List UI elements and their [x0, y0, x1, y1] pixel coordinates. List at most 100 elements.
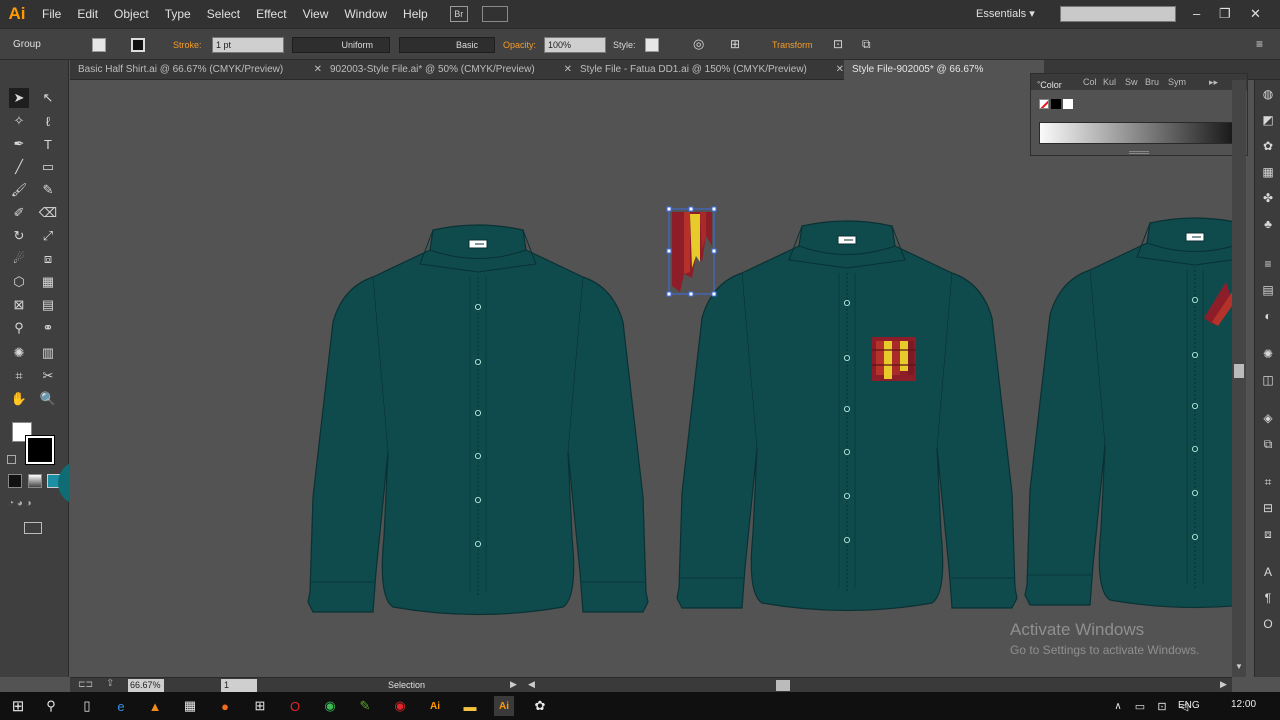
workspace-switcher[interactable]: Essentials ▾ — [976, 0, 1035, 28]
white-swatch[interactable] — [1063, 99, 1073, 109]
tab-style-file-902005[interactable]: Style File-902005* @ 66.67% (CMYK/Previe… — [844, 60, 1044, 95]
notepad-icon[interactable]: ✎ — [355, 696, 375, 716]
magic-wand-tool-icon[interactable]: ✧ — [9, 111, 29, 131]
warp-tool-icon[interactable]: ☄ — [9, 249, 29, 269]
tab-basic-half-shirt[interactable]: Basic Half Shirt.ai @ 66.67% (CMYK/Previ… — [70, 60, 322, 80]
language-indicator[interactable]: ENG — [1178, 700, 1200, 711]
screen-mode-icon[interactable] — [24, 522, 42, 534]
menu-help[interactable]: Help — [395, 0, 436, 28]
stroke-weight-field[interactable]: 1 pt — [212, 37, 284, 53]
tab-color-guide[interactable]: Col — [1083, 77, 1097, 87]
stroke-icon[interactable]: ≡ — [1260, 256, 1276, 272]
color-guide-icon[interactable]: ◩ — [1260, 112, 1276, 128]
fill-swatch[interactable] — [92, 38, 106, 52]
chrome-icon[interactable]: ◉ — [320, 696, 340, 716]
status-arrow-icon[interactable]: ▶ — [510, 679, 517, 690]
current-tool-status[interactable]: Selection — [388, 680, 425, 690]
gradient-mode-icon[interactable] — [28, 474, 42, 488]
minimize-icon[interactable]: – — [1193, 0, 1200, 28]
column-graph-tool-icon[interactable]: ▥ — [38, 343, 58, 363]
illustrator-active-icon[interactable]: Ai — [494, 696, 514, 716]
hand-tool-icon[interactable]: ✋ — [9, 389, 29, 409]
close-tab-icon[interactable]: ✕ — [314, 60, 322, 80]
pen-tool-icon[interactable]: ✒ — [9, 134, 29, 154]
menu-select[interactable]: Select — [199, 0, 248, 28]
character-icon[interactable]: A — [1260, 564, 1276, 580]
eraser-tool-icon[interactable]: ⌫ — [38, 203, 58, 223]
vlc-icon[interactable]: ▲ — [145, 696, 165, 716]
color-panel-icon[interactable]: ◍ — [1260, 86, 1276, 102]
gradient-tool-icon[interactable]: ▤ — [38, 295, 58, 315]
transform-icon[interactable]: ⌗ — [1260, 474, 1276, 490]
type-tool-icon[interactable]: T — [38, 134, 58, 154]
align-icon[interactable]: ⊞ — [730, 37, 740, 51]
layers-icon[interactable]: ◈ — [1260, 410, 1276, 426]
close-icon[interactable]: ✕ — [1250, 0, 1261, 28]
variable-width-profile[interactable]: Uniform — [292, 37, 390, 53]
menu-window[interactable]: Window — [336, 0, 395, 28]
tab-902003-style-file[interactable]: 902003-Style File.ai* @ 50% (CMYK/Previe… — [322, 60, 572, 80]
restore-icon[interactable]: ❐ — [1219, 0, 1231, 28]
arrange-documents-button[interactable] — [481, 6, 508, 22]
stroke-color-box[interactable] — [26, 436, 54, 464]
artboard-number-field[interactable]: 1 — [221, 679, 257, 692]
free-transform-tool-icon[interactable]: ⧈ — [38, 249, 58, 269]
opera-icon[interactable]: O — [285, 696, 305, 716]
opacity-label[interactable]: Opacity: — [503, 40, 536, 50]
artboard-nav-icon[interactable]: ⊏⊐ — [78, 679, 93, 690]
scroll-down-icon[interactable]: ▼ — [1235, 662, 1243, 671]
opentype-icon[interactable]: O — [1260, 616, 1276, 632]
scale-tool-icon[interactable]: ⤢ — [38, 226, 58, 246]
rectangle-tool-icon[interactable]: ▭ — [38, 157, 58, 177]
tab-symbols[interactable]: Sym — [1168, 77, 1186, 87]
battery-icon[interactable]: ▭ — [1130, 696, 1150, 716]
shirt-right[interactable] — [1024, 217, 1232, 609]
menu-view[interactable]: View — [295, 0, 337, 28]
scroll-left-icon[interactable]: ◀ — [528, 679, 535, 690]
zoom-tool-icon[interactable]: 🔍 — [38, 389, 58, 409]
menu-type[interactable]: Type — [157, 0, 199, 28]
brush-definition[interactable]: Basic — [399, 37, 495, 53]
paint-icon[interactable]: ✿ — [530, 696, 550, 716]
pocket-pattern[interactable] — [872, 337, 916, 381]
menu-edit[interactable]: Edit — [69, 0, 106, 28]
shirt-center[interactable] — [676, 220, 1018, 612]
illustrator-taskbar-icon[interactable]: Ai — [425, 696, 445, 716]
artboard-tool-icon[interactable]: ⌗ — [9, 366, 29, 386]
shirt-left[interactable] — [307, 224, 649, 616]
eyedropper-tool-icon[interactable]: ⚲ — [9, 318, 29, 338]
rotate-tool-icon[interactable]: ↻ — [9, 226, 29, 246]
clapper-icon[interactable]: ▦ — [180, 696, 200, 716]
vertical-scroll-thumb[interactable] — [1234, 364, 1244, 378]
slice-tool-icon[interactable]: ✂ — [38, 366, 58, 386]
network-icon[interactable]: ⊡ — [1152, 696, 1172, 716]
file-icon[interactable]: ▯ — [77, 696, 97, 716]
help-search-input[interactable] — [1060, 6, 1176, 22]
graphic-style-swatch[interactable] — [645, 38, 659, 52]
lasso-tool-icon[interactable]: ℓ — [38, 111, 58, 131]
drawing-modes-icon[interactable]: ◔ ◕ ◑ — [8, 498, 62, 510]
line-tool-icon[interactable]: ╱ — [9, 157, 29, 177]
close-tab-icon[interactable]: ✕ — [564, 60, 572, 80]
tab-brushes[interactable]: Bru — [1145, 77, 1159, 87]
menu-file[interactable]: File — [34, 0, 69, 28]
recolor-artwork-icon[interactable]: ◎ — [693, 36, 704, 52]
kuler-icon[interactable]: ✿ — [1260, 138, 1276, 154]
panel-resize-grip[interactable] — [1129, 151, 1149, 154]
menu-object[interactable]: Object — [106, 0, 157, 28]
isolate-group-icon[interactable]: ⊡ — [833, 37, 843, 51]
shape-builder-tool-icon[interactable]: ⬡ — [9, 272, 29, 292]
transform-link[interactable]: Transform — [772, 40, 813, 50]
default-colors-icon[interactable] — [7, 455, 16, 464]
none-swatch[interactable] — [1039, 99, 1049, 109]
file-explorer-icon[interactable]: ▬ — [460, 696, 480, 716]
zoom-field[interactable]: 66.67% — [128, 679, 164, 692]
align-panel-icon[interactable]: ⊟ — [1260, 500, 1276, 516]
perspective-grid-tool-icon[interactable]: ▦ — [38, 272, 58, 292]
mesh-tool-icon[interactable]: ⊠ — [9, 295, 29, 315]
edge-browser-icon[interactable]: e — [111, 696, 131, 716]
swatches-icon[interactable]: ▦ — [1260, 164, 1276, 180]
store-icon[interactable]: ⊞ — [250, 696, 270, 716]
direct-selection-tool-icon[interactable]: ↖ — [38, 88, 58, 108]
artboard-canvas[interactable] — [70, 80, 1232, 677]
